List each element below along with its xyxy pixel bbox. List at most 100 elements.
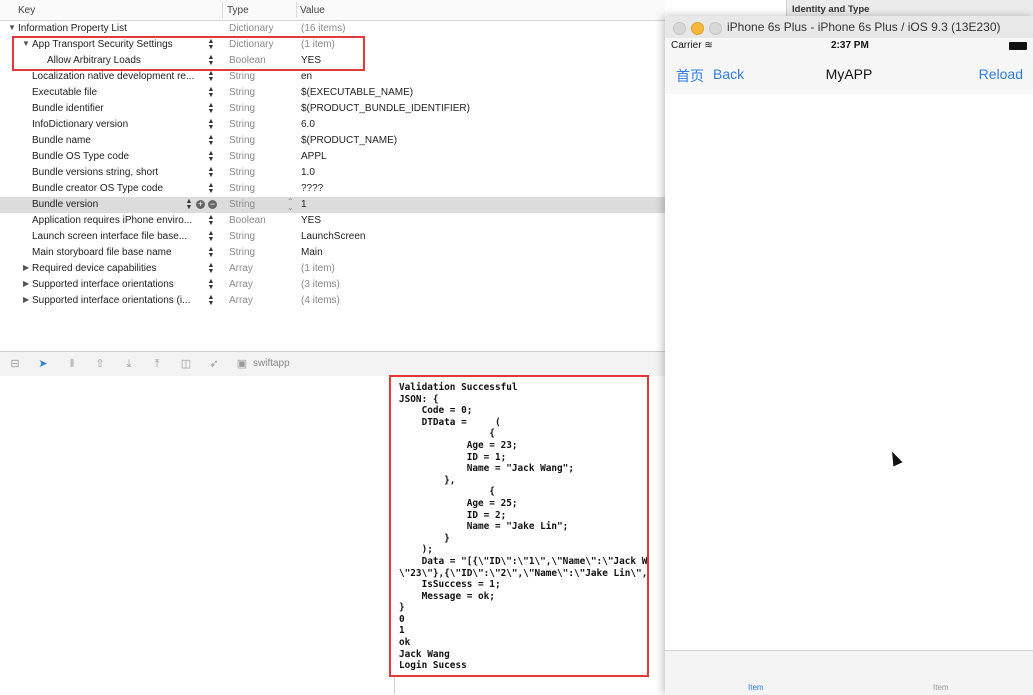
plist-row[interactable]: Bundle creator OS Type code ▲ ▼ String ??… (0, 181, 665, 197)
plist-row[interactable]: Launch screen interface file base... ▲ ▼ … (0, 229, 665, 245)
console-output-panel[interactable]: Validation Successful JSON: { Code = 0; … (389, 375, 649, 677)
minimize-window-icon[interactable] (691, 22, 704, 35)
plist-row[interactable]: InfoDictionary version ▲ ▼ String 6.0 (0, 117, 665, 133)
stepper-icon[interactable]: ▲ ▼ (207, 246, 215, 259)
row-value[interactable]: Main (301, 247, 323, 258)
stepper-icon[interactable]: ▲ ▼ (185, 198, 193, 211)
plist-row[interactable]: ▼ Information Property List Dictionary (… (0, 21, 665, 37)
row-type[interactable]: Array (229, 279, 253, 290)
add-row-icon[interactable]: + (196, 200, 205, 209)
row-type[interactable]: String (229, 199, 255, 210)
row-value[interactable]: APPL (301, 151, 327, 162)
plist-column-header: Key Type Value (0, 0, 665, 21)
stepper-icon[interactable]: ▲ ▼ (207, 294, 215, 307)
row-type[interactable]: String (229, 183, 255, 194)
column-type-header[interactable]: Type (227, 5, 249, 16)
row-type[interactable]: Boolean (229, 215, 266, 226)
step-over-icon[interactable]: ⇧ (94, 358, 106, 370)
row-type[interactable]: String (229, 103, 255, 114)
tab-item-second[interactable]: Item (933, 683, 949, 692)
row-value[interactable]: $(EXECUTABLE_NAME) (301, 87, 413, 98)
row-value[interactable]: LaunchScreen (301, 231, 366, 242)
web-view[interactable] (665, 94, 1033, 650)
row-type[interactable]: String (229, 151, 255, 162)
plist-row[interactable]: Bundle OS Type code ▲ ▼ String APPL (0, 149, 665, 165)
step-into-icon[interactable]: ⤓ (123, 358, 135, 370)
stepper-icon[interactable]: ▲ ▼ (207, 214, 215, 227)
stepper-icon[interactable]: ▲ ▼ (207, 70, 215, 83)
close-window-icon[interactable] (673, 22, 686, 35)
row-type[interactable]: Array (229, 295, 253, 306)
plist-row[interactable]: Application requires iPhone enviro... ▲ ▼… (0, 213, 665, 229)
stepper-icon[interactable]: ▲ ▼ (207, 262, 215, 275)
stepper-icon[interactable]: ▲ ▼ (207, 278, 215, 291)
location-icon[interactable]: ➶ (208, 358, 220, 370)
row-value[interactable]: $(PRODUCT_BUNDLE_IDENTIFIER) (301, 103, 470, 114)
row-key: Main storyboard file base name (32, 247, 172, 258)
simulator-titlebar[interactable]: iPhone 6s Plus - iPhone 6s Plus / iOS 9.… (665, 16, 1033, 39)
stepper-icon[interactable]: ▲ ▼ (207, 150, 215, 163)
row-value[interactable]: 1.0 (301, 167, 315, 178)
row-key: InfoDictionary version (32, 119, 129, 130)
debug-toolbar: ⊟ ➤ ‖ ⇧ ⤓ ⤒ ◫ ➶ ▣ swiftapp (0, 351, 665, 377)
hide-debug-area-icon[interactable]: ⊟ (9, 358, 21, 370)
simulator-window: iPhone 6s Plus - iPhone 6s Plus / iOS 9.… (665, 16, 1033, 695)
remove-row-icon[interactable]: − (208, 200, 217, 209)
plist-row[interactable]: ▶ Required device capabilities ▲ ▼ Array … (0, 261, 665, 277)
row-key: Bundle versions string, short (32, 167, 159, 178)
stepper-icon[interactable]: ▲ ▼ (207, 182, 215, 195)
reload-button[interactable]: Reload (979, 66, 1023, 82)
type-popup-icon[interactable]: ⌃ ⌄ (287, 198, 294, 212)
column-key-header[interactable]: Key (18, 5, 35, 16)
pause-icon[interactable]: ‖ (66, 358, 78, 370)
disclosure-right-icon[interactable]: ▶ (23, 279, 29, 288)
step-out-icon[interactable]: ⤒ (151, 358, 163, 370)
tab-item-first[interactable]: Item (748, 683, 764, 692)
row-type[interactable]: String (229, 247, 255, 258)
row-type[interactable]: Array (229, 263, 253, 274)
row-key: Launch screen interface file base... (32, 231, 188, 242)
row-type[interactable]: String (229, 87, 255, 98)
row-type[interactable]: String (229, 167, 255, 178)
row-value[interactable]: YES (301, 215, 321, 226)
plist-row[interactable]: ▶ Supported interface orientations (i...… (0, 293, 665, 309)
view-hierarchy-icon[interactable]: ◫ (180, 358, 192, 370)
plist-row[interactable]: Localization native development re... ▲ ▼… (0, 69, 665, 85)
disclosure-down-icon[interactable]: ▼ (8, 23, 16, 32)
zoom-window-icon[interactable] (709, 22, 722, 35)
stepper-icon[interactable]: ▲ ▼ (207, 86, 215, 99)
row-key: Bundle OS Type code (32, 151, 130, 162)
breakpoints-icon[interactable]: ➤ (37, 358, 49, 370)
plist-row[interactable]: Bundle identifier ▲ ▼ String $(PRODUCT_BU… (0, 101, 665, 117)
row-value[interactable]: en (301, 71, 312, 82)
stepper-icon[interactable]: ▲ ▼ (207, 118, 215, 131)
row-value[interactable]: 6.0 (301, 119, 315, 130)
row-type[interactable]: Dictionary (229, 23, 273, 34)
row-type[interactable]: String (229, 135, 255, 146)
debug-target-label[interactable]: swiftapp (253, 358, 290, 369)
plist-row[interactable]: Main storyboard file base name ▲ ▼ String… (0, 245, 665, 261)
row-key: Supported interface orientations (i... (32, 295, 191, 306)
plist-row[interactable]: ▶ Supported interface orientations ▲ ▼ Ar… (0, 277, 665, 293)
row-type[interactable]: String (229, 119, 255, 130)
stepper-icon[interactable]: ▲ ▼ (207, 230, 215, 243)
carrier-label: Carrier ≋ (671, 40, 713, 51)
row-value[interactable]: $(PRODUCT_NAME) (301, 135, 397, 146)
row-type[interactable]: String (229, 231, 255, 242)
plist-row-selected[interactable]: Bundle version ▲ ▼ + − String ⌃ ⌄ 1 (0, 197, 665, 213)
stepper-icon[interactable]: ▲ ▼ (207, 134, 215, 147)
tab-bar: Item Item (665, 650, 1033, 695)
disclosure-right-icon[interactable]: ▶ (23, 295, 29, 304)
stepper-icon[interactable]: ▲ ▼ (207, 166, 215, 179)
stepper-icon[interactable]: ▲ ▼ (207, 102, 215, 115)
column-value-header[interactable]: Value (300, 5, 325, 16)
row-value[interactable]: ???? (301, 183, 323, 194)
row-type[interactable]: String (229, 71, 255, 82)
row-value: (1 item) (301, 263, 335, 274)
row-key: Bundle identifier (32, 103, 104, 114)
plist-row[interactable]: Executable file ▲ ▼ String $(EXECUTABLE_N… (0, 85, 665, 101)
row-value[interactable]: 1 (301, 199, 307, 210)
plist-row[interactable]: Bundle name ▲ ▼ String $(PRODUCT_NAME) (0, 133, 665, 149)
disclosure-right-icon[interactable]: ▶ (23, 263, 29, 272)
plist-row[interactable]: Bundle versions string, short ▲ ▼ String … (0, 165, 665, 181)
